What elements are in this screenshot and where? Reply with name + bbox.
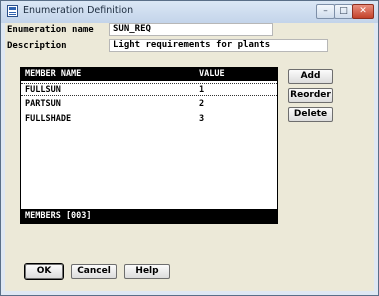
member-name-cell: FULLSUN [25, 85, 61, 95]
minimize-button[interactable]: – [316, 4, 335, 19]
member-value-cell: 3 [199, 114, 205, 124]
app-icon [7, 5, 18, 17]
table-row[interactable]: FULLSUN 1 [21, 83, 277, 96]
description-label: Description [7, 41, 67, 51]
dialog-body: Enumeration name SUN_REQ Description Lig… [5, 23, 374, 291]
title-bar[interactable]: Enumeration Definition – □ ✕ [1, 1, 378, 23]
member-name-cell: FULLSHADE [25, 114, 72, 124]
help-button[interactable]: Help [124, 264, 170, 279]
table-row[interactable]: PARTSUN 2 [21, 98, 277, 111]
ok-button[interactable]: OK [25, 264, 63, 279]
reorder-button[interactable]: Reorder [288, 88, 333, 103]
close-button[interactable]: ✕ [352, 4, 374, 19]
add-button[interactable]: Add [288, 69, 333, 84]
members-count-footer: MEMBERS [003] [21, 209, 277, 223]
delete-button[interactable]: Delete [288, 107, 333, 122]
table-header: MEMBER NAME VALUE [21, 68, 277, 81]
description-input[interactable]: Light requirements for plants [109, 39, 328, 52]
window-title: Enumeration Definition [23, 5, 134, 16]
members-count: MEMBERS [003] [25, 211, 92, 221]
maximize-button[interactable]: □ [334, 4, 353, 19]
members-table: MEMBER NAME VALUE FULLSUN 1 PARTSUN 2 FU… [20, 67, 278, 224]
cancel-button[interactable]: Cancel [71, 264, 117, 279]
enum-name-label: Enumeration name [7, 25, 94, 35]
table-row[interactable]: FULLSHADE 3 [21, 113, 277, 126]
column-header-value[interactable]: VALUE [199, 69, 225, 79]
dialog-window: Enumeration Definition – □ ✕ Enumeration… [0, 0, 379, 296]
member-value-cell: 1 [199, 85, 205, 95]
member-value-cell: 2 [199, 99, 205, 109]
member-name-cell: PARTSUN [25, 99, 61, 109]
enum-name-input[interactable]: SUN_REQ [109, 23, 273, 36]
column-header-member-name[interactable]: MEMBER NAME [25, 69, 81, 79]
